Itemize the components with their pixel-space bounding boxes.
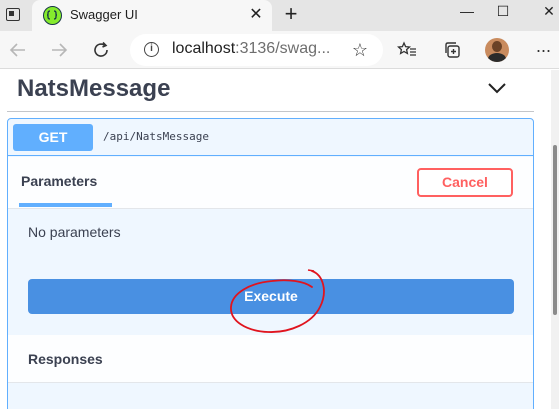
forward-icon[interactable] (44, 35, 74, 65)
chevron-down-icon[interactable] (485, 76, 509, 100)
operation-summary[interactable]: GET /api/NatsMessage (8, 119, 533, 156)
menu-icon[interactable]: ··· (530, 35, 556, 65)
swagger-favicon-icon (43, 6, 62, 25)
responses-header: Responses (8, 335, 533, 383)
refresh-icon[interactable] (86, 35, 116, 65)
tag-section-header[interactable]: NatsMessage (7, 70, 534, 112)
execute-button[interactable]: Execute (28, 279, 514, 314)
info-icon[interactable]: i (144, 42, 159, 57)
add-favorite-icon[interactable]: ☆ (348, 38, 372, 62)
window-close-button[interactable]: ✕ (526, 0, 559, 24)
http-method-badge: GET (13, 124, 93, 151)
title-bar: Swagger UI ✕ + — ☐ ✕ (0, 0, 559, 31)
tab-close-icon[interactable]: ✕ (244, 3, 268, 27)
maximize-button[interactable]: ☐ (480, 0, 526, 24)
active-tab-underline (19, 203, 112, 207)
cancel-button[interactable]: Cancel (417, 168, 513, 197)
back-icon[interactable] (3, 35, 33, 65)
scrollbar-thumb[interactable] (553, 145, 557, 315)
responses-title: Responses (28, 351, 103, 367)
window-menu-icon[interactable] (6, 8, 20, 21)
page-scrollbar[interactable] (551, 70, 559, 409)
collections-icon[interactable] (437, 35, 467, 65)
swagger-page: NatsMessage GET /api/NatsMessage Paramet… (0, 70, 559, 409)
address-bar[interactable]: i localhost:3136/swag... ☆ (130, 34, 383, 66)
favorites-icon[interactable] (392, 35, 422, 65)
browser-toolbar: i localhost:3136/swag... ☆ ··· (0, 31, 559, 69)
section-title: NatsMessage (17, 75, 171, 102)
operation-block-get: GET /api/NatsMessage Parameters Cancel N… (7, 118, 534, 409)
parameters-header: Parameters Cancel (8, 157, 533, 209)
tab-parameters[interactable]: Parameters (21, 173, 97, 189)
no-parameters-text: No parameters (28, 224, 121, 240)
new-tab-button[interactable]: + (278, 2, 304, 28)
url-host: localhost (172, 40, 236, 57)
tab-title: Swagger UI (70, 7, 138, 22)
url-rest: :3136/swag... (235, 40, 331, 57)
profile-avatar[interactable] (485, 38, 509, 62)
operation-path: /api/NatsMessage (103, 130, 209, 143)
browser-tab[interactable]: Swagger UI ✕ (32, 0, 272, 31)
url-text[interactable]: localhost:3136/swag... (172, 40, 330, 58)
